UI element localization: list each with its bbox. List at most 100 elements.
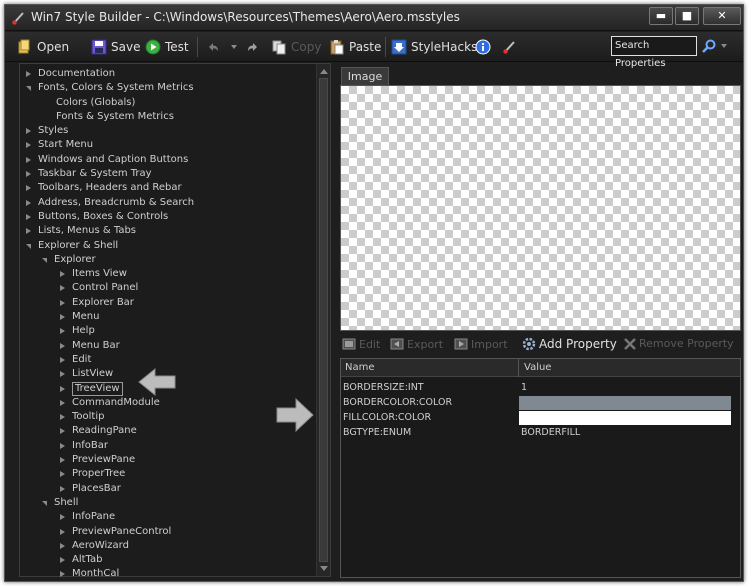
minimize-button[interactable]: ▬ [649, 7, 673, 25]
collapsed-triangle-icon[interactable] [60, 471, 65, 478]
scroll-up-icon[interactable] [320, 69, 328, 74]
tree-node[interactable]: Help [20, 324, 316, 338]
scroll-thumb[interactable] [319, 78, 328, 562]
collapsed-triangle-icon[interactable] [26, 228, 31, 235]
tree-node[interactable]: Fonts & System Metrics [20, 110, 316, 124]
title-bar[interactable]: Win7 Style Builder - C:\Windows\Resource… [5, 5, 743, 31]
add-property-button[interactable]: Add Property [522, 337, 617, 351]
tree-scrollbar[interactable] [316, 64, 330, 576]
property-value[interactable]: 1 [521, 382, 527, 393]
collapsed-triangle-icon[interactable] [60, 542, 65, 549]
column-header-value[interactable]: Value [520, 359, 740, 377]
paste-button[interactable]: Paste [329, 37, 381, 57]
export-button[interactable]: Export [390, 337, 443, 351]
collapsed-triangle-icon[interactable] [60, 299, 65, 306]
collapsed-triangle-icon[interactable] [26, 142, 31, 149]
collapsed-triangle-icon[interactable] [26, 71, 31, 77]
collapsed-triangle-icon[interactable] [60, 314, 65, 321]
collapsed-triangle-icon[interactable] [60, 285, 65, 292]
tree-node[interactable]: Explorer & Shell [20, 239, 316, 253]
collapsed-triangle-icon[interactable] [60, 271, 65, 278]
tree-node[interactable]: Toolbars, Headers and Rebar [20, 181, 316, 195]
collapsed-triangle-icon[interactable] [60, 485, 65, 492]
collapsed-triangle-icon[interactable] [26, 171, 31, 178]
color-swatch[interactable] [519, 396, 731, 410]
tree-node[interactable]: Menu Bar [20, 339, 316, 353]
tree-node[interactable]: Control Panel [20, 281, 316, 295]
collapsed-triangle-icon[interactable] [60, 328, 65, 335]
tree-node[interactable]: PreviewPane [20, 453, 316, 467]
collapsed-triangle-icon[interactable] [60, 571, 65, 578]
tree-node[interactable]: Explorer Bar [20, 296, 316, 310]
collapsed-triangle-icon[interactable] [60, 457, 65, 464]
tree-node[interactable]: Tooltip [20, 410, 316, 424]
tree-node[interactable]: InfoPane [20, 510, 316, 524]
tree-node[interactable]: Styles [20, 124, 316, 138]
tree-node[interactable]: CommandModule [20, 396, 316, 410]
color-swatch[interactable] [519, 411, 731, 425]
collapsed-triangle-icon[interactable] [26, 128, 31, 135]
save-button[interactable]: Save [91, 37, 140, 57]
test-button[interactable]: Test [145, 37, 189, 57]
collapsed-triangle-icon[interactable] [26, 199, 31, 206]
collapsed-triangle-icon[interactable] [60, 356, 65, 363]
collapsed-triangle-icon[interactable] [60, 557, 65, 564]
collapsed-triangle-icon[interactable] [60, 428, 65, 435]
tree-node[interactable]: PreviewPaneControl [20, 525, 316, 539]
tree-node[interactable]: Menu [20, 310, 316, 324]
collapsed-triangle-icon[interactable] [60, 371, 65, 378]
about-button[interactable] [475, 37, 491, 57]
search-dropdown-caret[interactable] [721, 44, 727, 48]
property-row[interactable]: BGTYPE:ENUM BORDERFILL [341, 426, 740, 441]
tree-node[interactable]: AltTab [20, 553, 316, 567]
expanded-triangle-icon[interactable] [26, 86, 31, 92]
tree-node[interactable]: Items View [20, 267, 316, 281]
tree-node[interactable]: Edit [20, 353, 316, 367]
tree-node[interactable]: ProperTree [20, 467, 316, 481]
tree-node[interactable]: MonthCal [20, 567, 316, 581]
maximize-button[interactable]: ■ [675, 7, 699, 25]
copy-button[interactable]: Copy [271, 37, 321, 57]
undo-dropdown-caret[interactable] [231, 45, 237, 49]
expanded-triangle-icon[interactable] [26, 243, 31, 249]
tree-node[interactable]: Fonts, Colors & System Metrics [20, 81, 316, 95]
search-properties-input[interactable]: Search Properties [611, 36, 697, 69]
edit-button[interactable]: Edit [342, 337, 380, 351]
collapsed-triangle-icon[interactable] [26, 185, 31, 192]
import-button[interactable]: Import [454, 337, 508, 351]
undo-button[interactable] [205, 37, 221, 57]
tree-node[interactable]: Buttons, Boxes & Controls [20, 210, 316, 224]
tree-node[interactable]: Documentation [20, 67, 316, 81]
stylehacks-button[interactable]: StyleHacks [391, 37, 477, 57]
property-row[interactable]: FILLCOLOR:COLOR [341, 411, 740, 426]
column-header-name[interactable]: Name [341, 359, 519, 377]
tree-node[interactable]: Explorer [20, 253, 316, 267]
tree-node[interactable]: PlacesBar [20, 482, 316, 496]
expanded-triangle-icon[interactable] [42, 500, 47, 506]
collapsed-triangle-icon[interactable] [60, 385, 65, 392]
collapsed-triangle-icon[interactable] [26, 213, 31, 220]
theme-class-tree[interactable]: Documentation Fonts, Colors & System Metr… [19, 63, 331, 579]
collapsed-triangle-icon[interactable] [60, 342, 65, 349]
tree-node[interactable]: AeroWizard [20, 539, 316, 553]
collapsed-triangle-icon[interactable] [26, 156, 31, 163]
expanded-triangle-icon[interactable] [42, 257, 47, 263]
tree-node[interactable]: Address, Breadcrumb & Search [20, 196, 316, 210]
search-icon[interactable] [701, 38, 717, 54]
property-row[interactable]: BORDERSIZE:INT 1 [341, 381, 740, 396]
scroll-down-icon[interactable] [320, 566, 328, 571]
property-value[interactable]: BORDERFILL [521, 427, 580, 438]
tree-node[interactable]: Colors (Globals) [20, 96, 316, 110]
collapsed-triangle-icon[interactable] [60, 442, 65, 449]
redo-button[interactable] [245, 37, 261, 57]
tab-image[interactable]: Image [341, 67, 389, 85]
tree-node[interactable]: ReadingPane [20, 424, 316, 438]
tree-node[interactable]: Start Menu [20, 138, 316, 152]
tree-node[interactable]: Taskbar & System Tray [20, 167, 316, 181]
tree-node[interactable]: Lists, Menus & Tabs [20, 224, 316, 238]
tree-node[interactable]: InfoBar [20, 439, 316, 453]
open-button[interactable]: Open [17, 37, 69, 57]
property-row[interactable]: BORDERCOLOR:COLOR [341, 396, 740, 411]
collapsed-triangle-icon[interactable] [60, 399, 65, 406]
remove-property-button[interactable]: Remove Property [624, 337, 734, 350]
